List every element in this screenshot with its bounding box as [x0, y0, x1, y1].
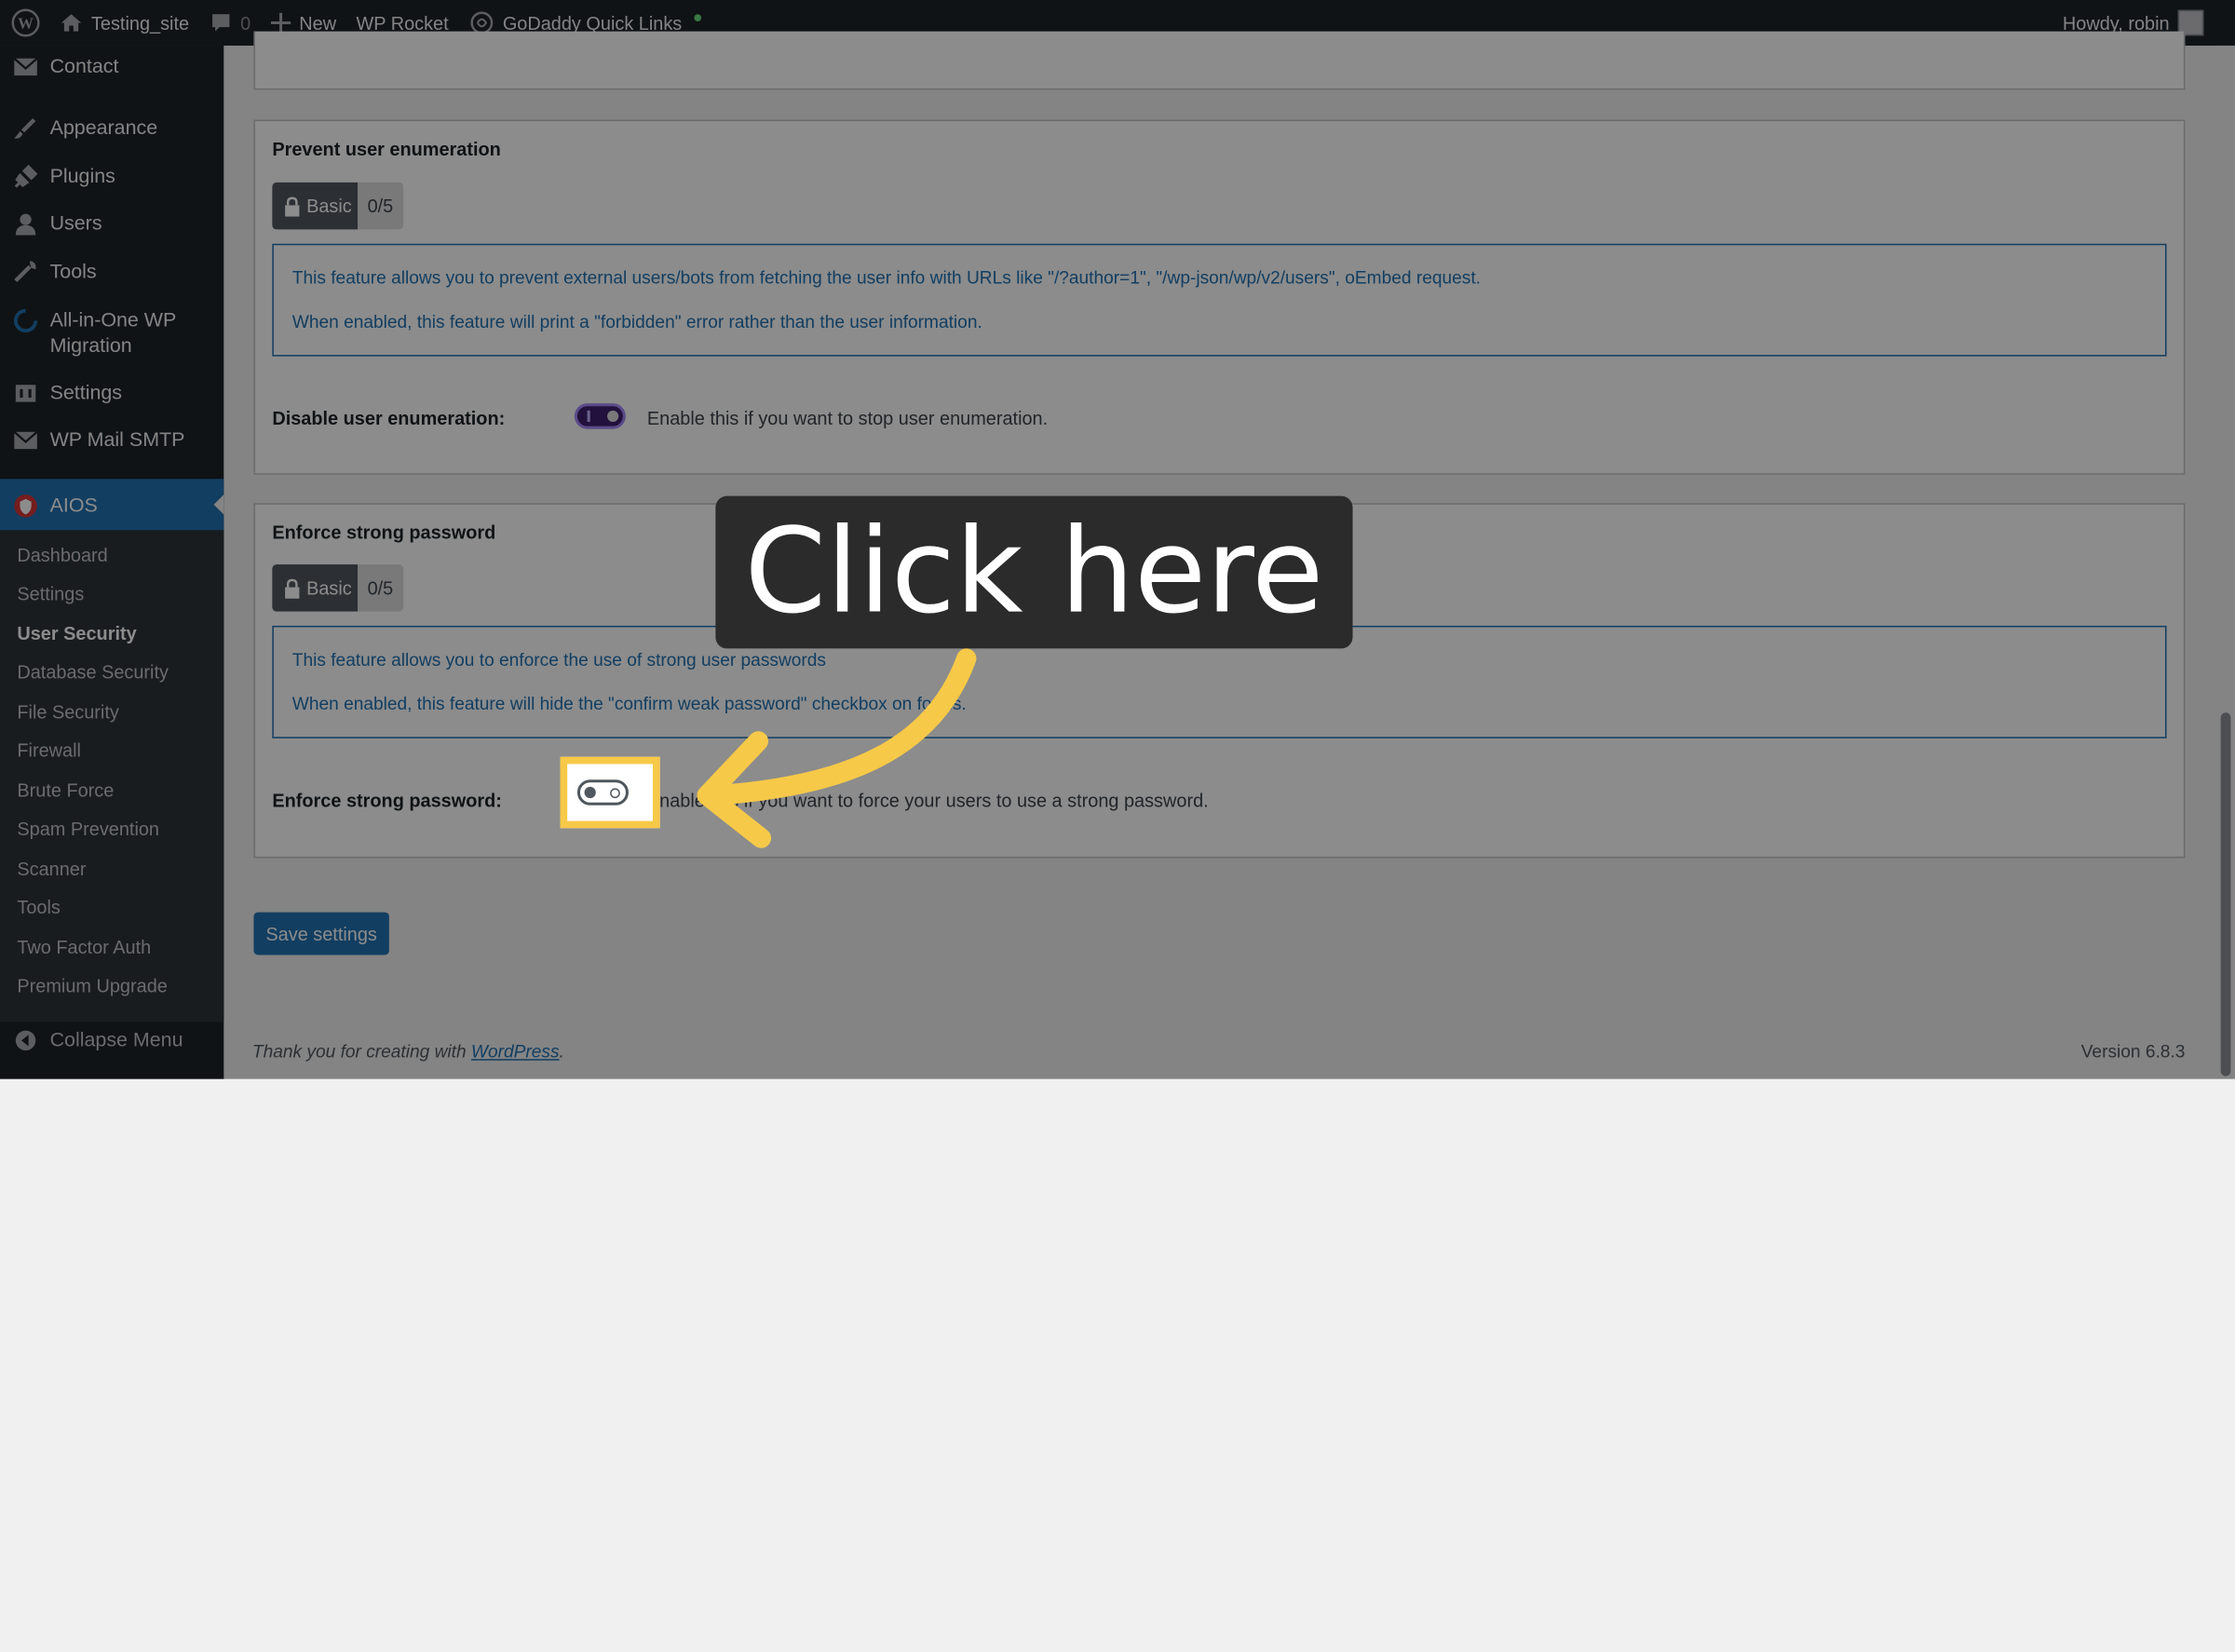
- feature-badge: Basic 0/5: [272, 564, 403, 612]
- submenu-firewall[interactable]: Firewall: [17, 739, 81, 761]
- site-name: Testing_site: [90, 12, 190, 34]
- home-icon: [61, 14, 82, 32]
- panel-title: Prevent user enumeration: [272, 138, 501, 160]
- pointer-arrow-icon: [697, 648, 977, 848]
- sidebar-item-label: Settings: [49, 380, 123, 404]
- toggle-knob: [584, 786, 596, 799]
- sidebar-item-label: All-in-One WP Migration: [49, 307, 176, 357]
- wordpress-link[interactable]: WordPress: [471, 1042, 560, 1062]
- sidebar-item-label: AIOS: [49, 493, 98, 517]
- enforce-strong-password-toggle[interactable]: [576, 779, 629, 806]
- sidebar-item-contact[interactable]: Contact: [0, 53, 224, 82]
- footer-thanks-text: Thank you for creating with: [251, 1041, 471, 1063]
- badge-score: 0/5: [357, 564, 403, 612]
- lock-icon: [285, 577, 300, 599]
- current-menu-arrow: [213, 494, 224, 515]
- submenu-premium-upgrade[interactable]: Premium Upgrade: [17, 975, 167, 996]
- site-name-link[interactable]: Testing_site: [50, 0, 199, 46]
- svg-text:W: W: [18, 15, 34, 33]
- submenu-file-security[interactable]: File Security: [17, 701, 118, 723]
- sidebar-item-wp-mail-smtp[interactable]: WP Mail SMTP: [0, 427, 224, 455]
- aios-submenu: Dashboard Settings User Security Databas…: [0, 530, 224, 1022]
- sidebar-item-label: Tools: [49, 259, 97, 283]
- migration-icon: [11, 306, 40, 335]
- toggle-on-mark: [587, 410, 590, 423]
- sidebar-item-tools[interactable]: Tools: [0, 258, 224, 287]
- status-dot: [695, 13, 702, 21]
- footer-thanks: Thank you for creating with WordPress.: [252, 1042, 564, 1062]
- callout-label: Click here: [715, 495, 1353, 649]
- sidebar-item-migration[interactable]: All-in-One WP Migration: [0, 306, 224, 358]
- aios-shield-icon: [11, 492, 40, 521]
- submenu-spam-prevention[interactable]: Spam Prevention: [17, 819, 159, 840]
- info-text: This feature allows you to prevent exter…: [291, 267, 1481, 289]
- enforce-strong-password-label: Enforce strong password:: [272, 789, 502, 811]
- collapse-menu-button[interactable]: Collapse Menu: [0, 1026, 224, 1055]
- wrench-icon: [11, 258, 40, 287]
- footer-version: Version 6.8.3: [2080, 1041, 2186, 1063]
- previous-panel: [253, 31, 2186, 90]
- disable-user-enumeration-label: Disable user enumeration:: [272, 407, 506, 429]
- plugin-icon: [11, 162, 40, 191]
- submenu-dashboard[interactable]: Dashboard: [17, 545, 107, 566]
- sidebar-item-users[interactable]: Users: [0, 210, 224, 238]
- panel-prevent-user-enumeration: Prevent user enumeration Basic 0/5 This …: [253, 119, 2186, 475]
- submenu-database-security[interactable]: Database Security: [17, 661, 169, 683]
- mail-icon: [11, 53, 40, 82]
- sidebar-item-label: Users: [49, 210, 102, 235]
- info-text: When enabled, this feature will print a …: [291, 312, 982, 332]
- submenu-two-factor-auth[interactable]: Two Factor Auth: [17, 937, 151, 958]
- godaddy-label: GoDaddy Quick Links: [502, 12, 683, 34]
- plus-icon: [270, 12, 291, 34]
- wp-rocket-label: WP Rocket: [356, 12, 449, 34]
- sidebar-item-label: Plugins: [49, 164, 115, 187]
- sidebar-item-appearance[interactable]: Appearance: [0, 114, 224, 142]
- new-label: New: [299, 12, 337, 34]
- user-icon: [11, 210, 40, 238]
- mail-smtp-icon: [11, 427, 40, 455]
- feature-info-box: This feature allows you to prevent exter…: [272, 243, 2167, 357]
- submenu-user-security[interactable]: User Security: [17, 623, 136, 644]
- sidebar-item-label: WP Mail SMTP: [49, 427, 185, 451]
- collapse-label: Collapse Menu: [49, 1027, 183, 1051]
- toggle-off-mark: [610, 788, 620, 799]
- disable-user-enumeration-desc: Enable this if you want to stop user enu…: [646, 407, 1049, 429]
- page-scrollbar[interactable]: [2216, 45, 2235, 1079]
- badge-score: 0/5: [357, 182, 403, 230]
- settings-icon: [11, 379, 40, 408]
- howdy-text: Howdy, robin: [2062, 12, 2170, 34]
- collapse-icon: [11, 1026, 40, 1055]
- panel-title: Enforce strong password: [272, 521, 496, 544]
- footer-thanks-suffix: .: [559, 1041, 564, 1063]
- brush-icon: [11, 114, 40, 142]
- disable-user-enumeration-toggle[interactable]: [574, 403, 626, 429]
- badge-label: Basic: [306, 576, 352, 599]
- scrollbar-thumb[interactable]: [2220, 712, 2231, 1077]
- badge-level: Basic: [272, 564, 358, 612]
- sidebar-item-aios[interactable]: AIOS: [0, 479, 224, 531]
- wordpress-logo-icon[interactable]: W: [0, 0, 50, 46]
- sidebar-item-plugins[interactable]: Plugins: [0, 162, 224, 191]
- feature-badge: Basic 0/5: [272, 182, 403, 230]
- submenu-settings[interactable]: Settings: [17, 583, 84, 604]
- badge-label: Basic: [306, 195, 352, 217]
- submenu-tools[interactable]: Tools: [17, 897, 60, 918]
- comment-icon: [211, 14, 229, 32]
- sidebar-item-label: Appearance: [49, 115, 158, 139]
- badge-level: Basic: [272, 182, 358, 230]
- sidebar-item-settings[interactable]: Settings: [0, 379, 224, 408]
- admin-sidebar: Contact Appearance Plugins Users Tools A…: [0, 45, 224, 1079]
- save-settings-button[interactable]: Save settings: [253, 912, 389, 955]
- submenu-scanner[interactable]: Scanner: [17, 858, 86, 879]
- submenu-brute-force[interactable]: Brute Force: [17, 779, 114, 801]
- comments-link[interactable]: 0: [199, 0, 261, 46]
- toggle-knob: [607, 410, 619, 423]
- lock-icon: [285, 196, 300, 216]
- comments-count: 0: [240, 12, 251, 34]
- sidebar-item-label: Contact: [49, 54, 119, 77]
- highlighted-target[interactable]: [560, 756, 660, 829]
